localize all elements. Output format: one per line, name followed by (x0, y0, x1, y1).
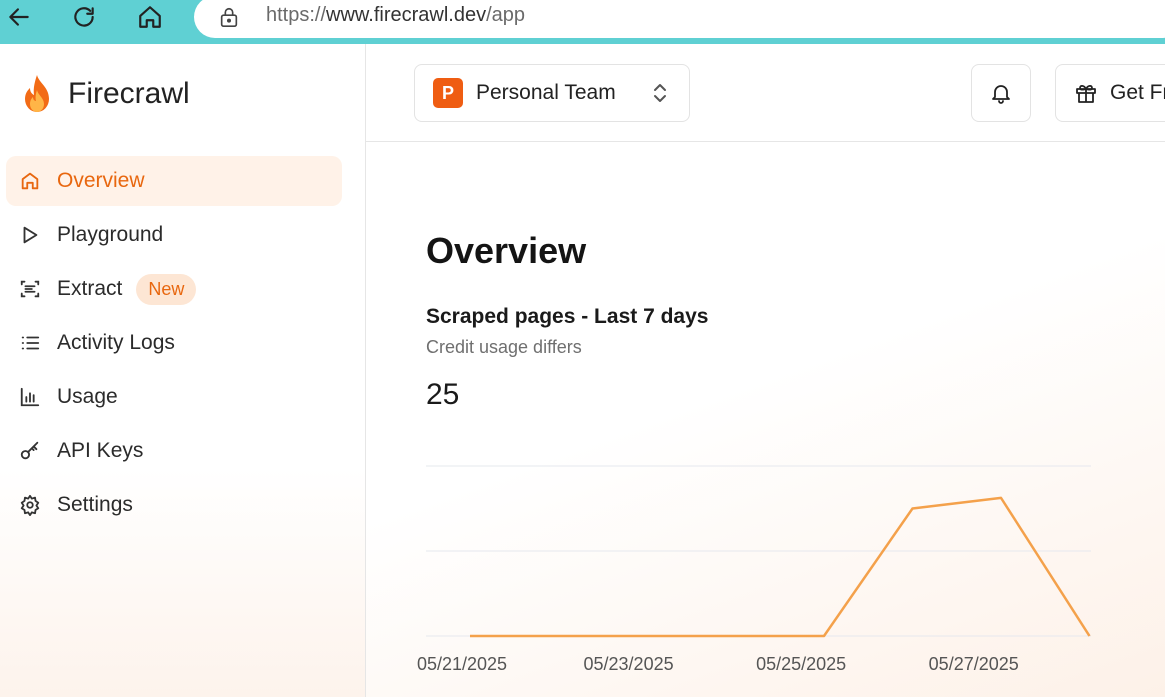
sidebar-item-label: API Keys (57, 439, 144, 462)
card-title: Scraped pages - Last 7 days (426, 305, 709, 328)
sidebar-item-playground[interactable]: Playground (6, 210, 342, 260)
series-line (470, 496, 1091, 638)
sidebar-item-label: Overview (57, 169, 145, 192)
key-icon (18, 439, 42, 463)
gear-icon (18, 493, 42, 517)
brand[interactable]: Firecrawl (20, 74, 190, 114)
x-tick-label: 05/23/2025 (584, 654, 674, 674)
card-subtitle: Credit usage differs (426, 337, 582, 357)
bell-icon (992, 85, 1010, 104)
sidebar-item-settings[interactable]: Settings (6, 480, 342, 530)
sidebar-item-label: Settings (57, 493, 133, 516)
flame-logo-icon (25, 75, 49, 112)
gift-icon (1076, 84, 1096, 103)
team-name: Personal Team (476, 81, 616, 104)
x-tick-label: 05/21/2025 (417, 654, 507, 674)
sidebar-item-label: Extract (57, 277, 123, 300)
sidebar-item-label: Playground (57, 223, 164, 246)
back-icon[interactable] (2, 0, 36, 34)
reload-icon[interactable] (67, 0, 101, 34)
browser-toolbar: https://www.firecrawl.dev/app (0, 0, 1165, 44)
x-tick-label: 05/27/2025 (929, 654, 1019, 674)
sidebar-item-usage[interactable]: Usage (6, 372, 342, 422)
lock-icon[interactable] (218, 5, 240, 29)
url-text: https://www.firecrawl.dev/app (266, 4, 526, 26)
sidebar-item-label: Activity Logs (57, 331, 175, 354)
main-content: Overview Scraped pages - Last 7 days Cre… (366, 142, 1165, 697)
play-icon (18, 223, 42, 247)
bar-chart-icon (18, 385, 42, 409)
home-icon (18, 169, 42, 193)
scraped-pages-chart: 05/21/2025 05/23/2025 05/25/2025 05/27/2025 (417, 465, 1091, 674)
team-selector[interactable]: P Personal Team (414, 64, 690, 122)
list-icon (18, 331, 42, 355)
chevron-up-down-icon (654, 84, 666, 102)
address-bar[interactable]: https://www.firecrawl.dev/app (194, 0, 1165, 38)
sidebar-item-overview[interactable]: Overview (6, 156, 342, 206)
sidebar-item-label: Usage (57, 385, 118, 408)
gift-button-label: Get Fr (1110, 81, 1165, 104)
team-avatar: P (433, 78, 463, 108)
top-header: P Personal Team Get Fr (366, 44, 1165, 142)
home-icon[interactable] (133, 0, 167, 34)
notifications-button[interactable] (971, 64, 1031, 122)
get-free-credits-button[interactable]: Get Fr (1055, 64, 1165, 122)
sidebar-item-activity-logs[interactable]: Activity Logs (6, 318, 342, 368)
page-title: Overview (426, 230, 587, 271)
scan-text-icon (18, 277, 42, 301)
sidebar: Firecrawl Overview Playground Extract Ne… (0, 44, 366, 697)
sidebar-item-extract[interactable]: Extract New (6, 264, 342, 314)
new-badge: New (136, 273, 197, 305)
brand-name: Firecrawl (68, 77, 190, 110)
sidebar-item-api-keys[interactable]: API Keys (6, 426, 342, 476)
scraped-pages-count: 25 (426, 378, 460, 411)
x-tick-label: 05/25/2025 (756, 654, 846, 674)
